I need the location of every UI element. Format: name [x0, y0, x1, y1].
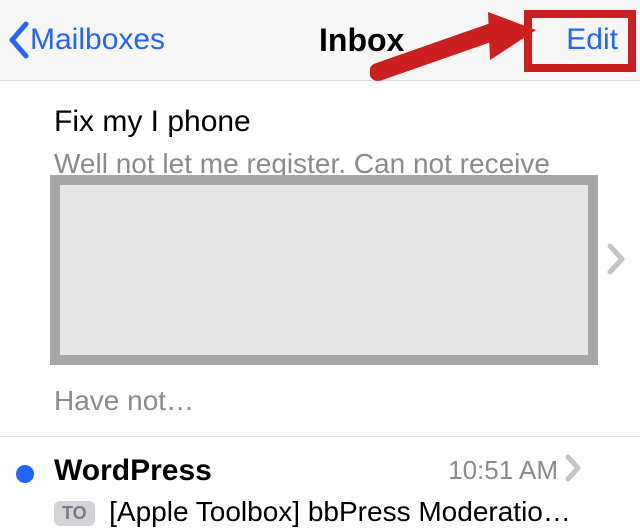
message-sender: WordPress [54, 454, 212, 488]
message-row[interactable]: WordPress 10:51 AM TO [Apple Toolbox] bb… [0, 437, 640, 532]
message-subject: Fix my I phone [54, 103, 584, 141]
unread-dot-icon [16, 465, 34, 483]
redaction-box [50, 175, 598, 365]
back-label: Mailboxes [30, 23, 165, 57]
edit-highlight-box [524, 10, 636, 72]
message-time: 10:51 AM [448, 455, 558, 486]
back-button[interactable]: Mailboxes [6, 20, 165, 60]
to-badge: TO [54, 501, 95, 526]
message-subject: [Apple Toolbox] bbPress Moderatio… [109, 496, 571, 527]
page-title: Inbox [319, 22, 404, 59]
chevron-left-icon [6, 20, 32, 60]
chevron-right-icon [606, 242, 628, 276]
mail-inbox-screen: Mailboxes Inbox Edit Fix my I phone Well… [0, 0, 640, 532]
chevron-right-icon [564, 453, 584, 488]
message-preview-continued: Have not… [54, 382, 584, 420]
